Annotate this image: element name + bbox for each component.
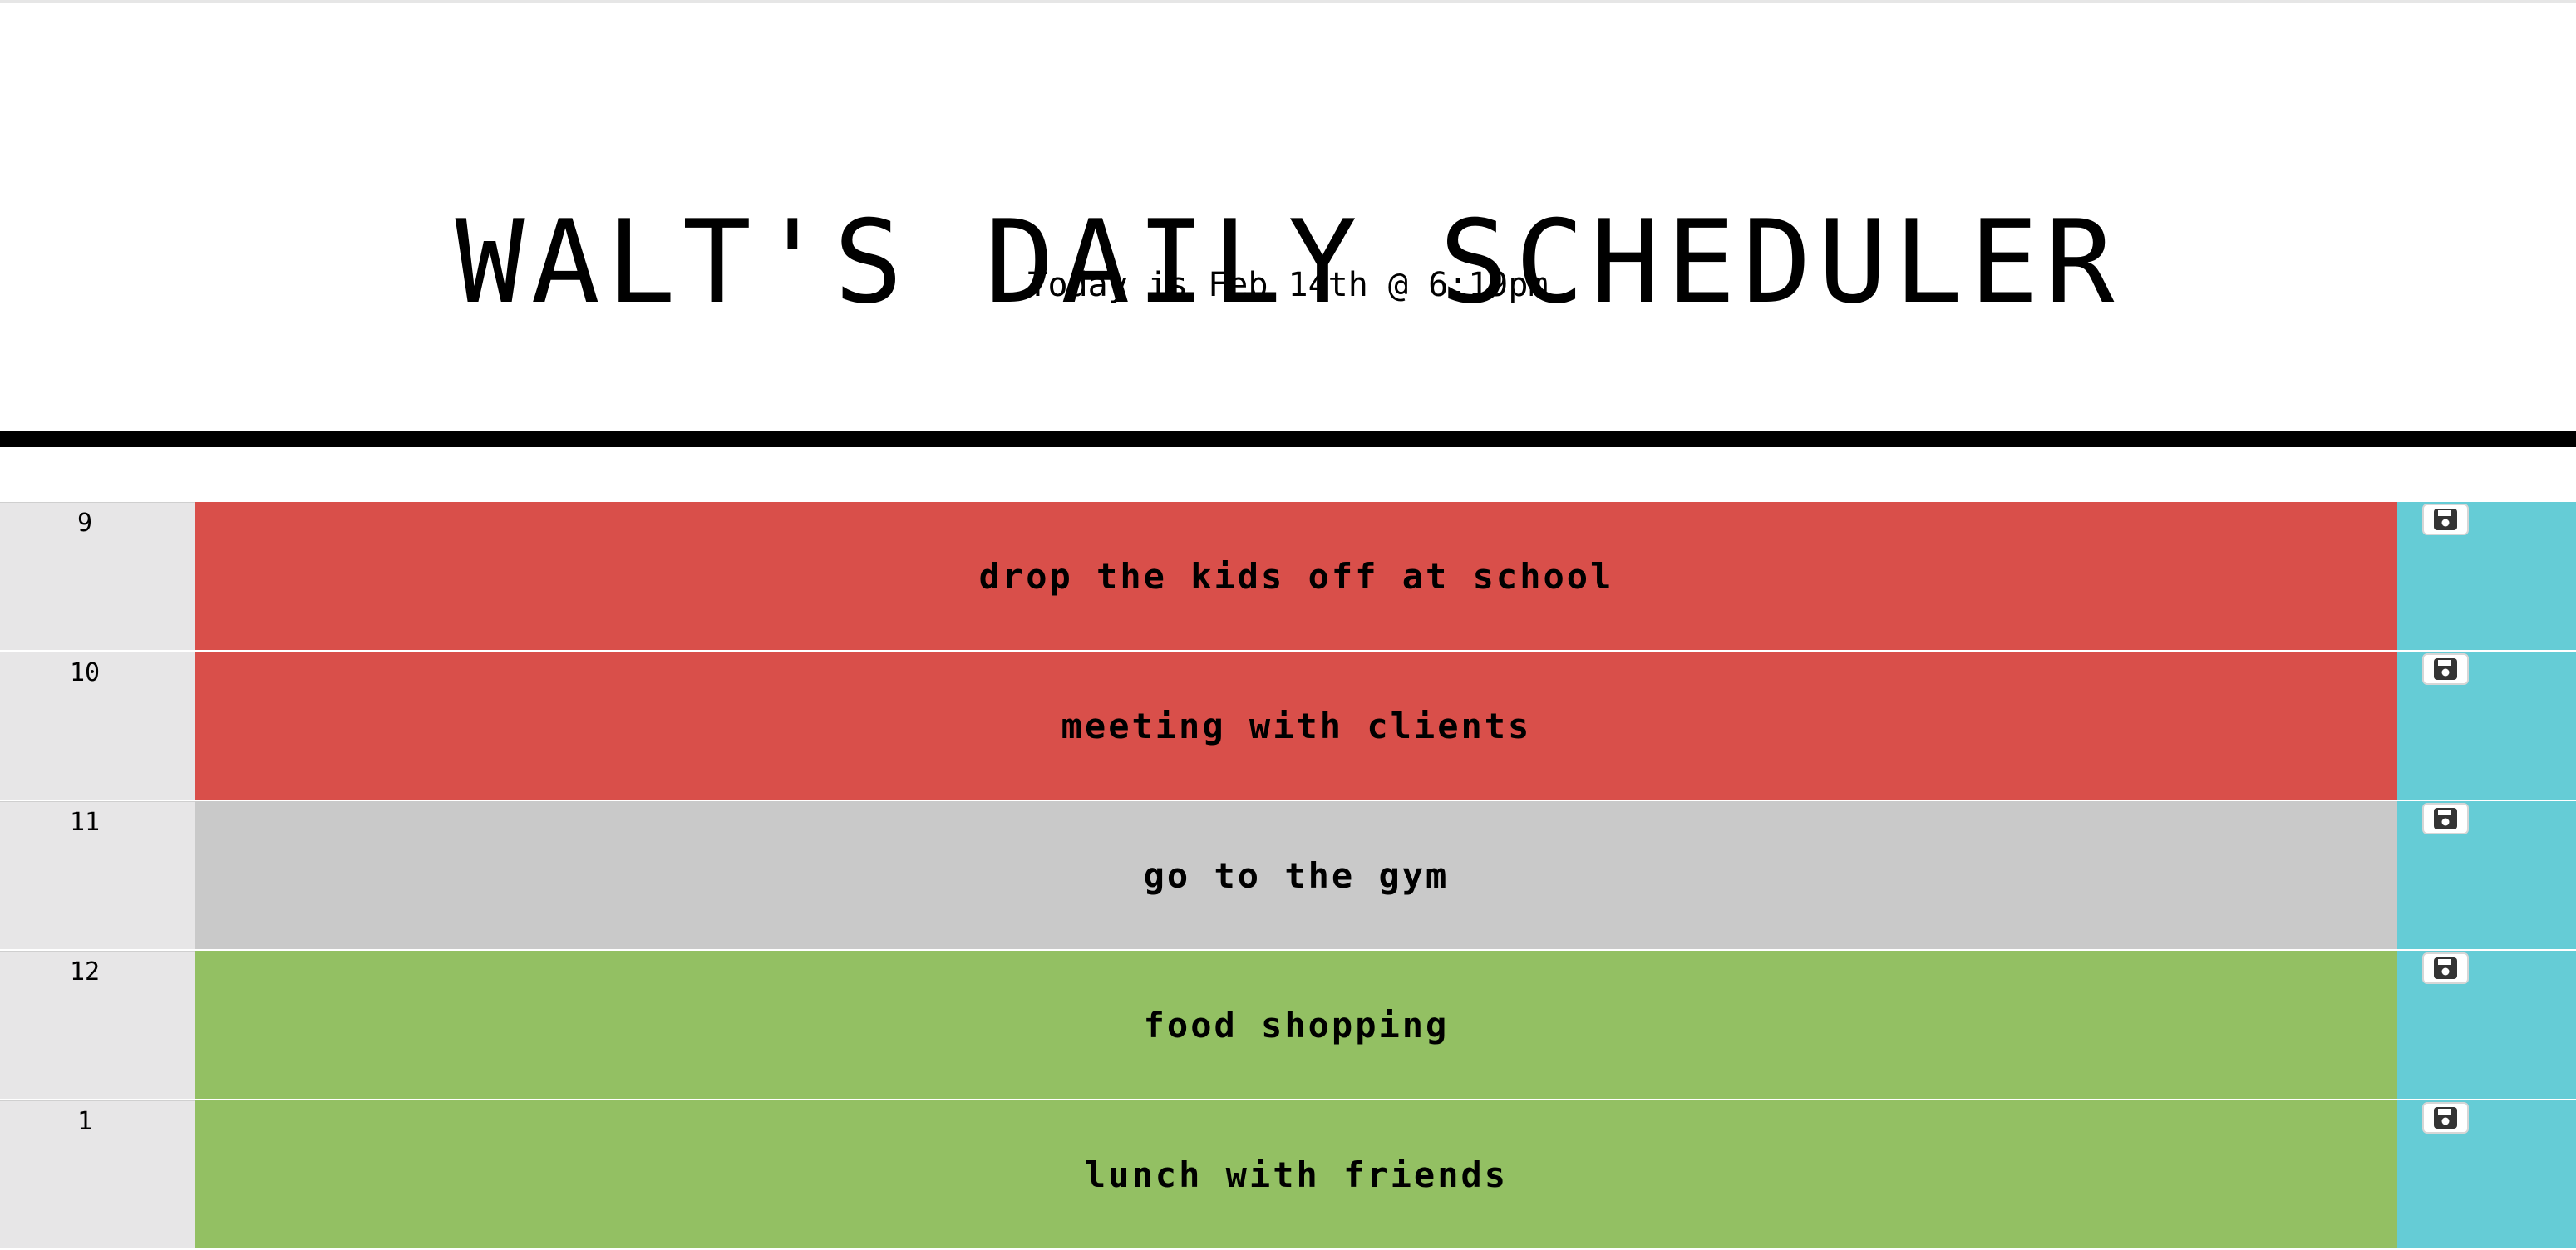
save-icon: [2434, 658, 2457, 680]
save-column: [2397, 502, 2576, 650]
event-description[interactable]: drop the kids off at school: [195, 502, 2397, 650]
event-description[interactable]: lunch with friends: [195, 1100, 2397, 1248]
save-button[interactable]: [2422, 653, 2469, 685]
time-block-row: 10 meeting with clients: [0, 652, 2576, 801]
header-divider: [0, 431, 2576, 447]
time-block-row: 11 go to the gym: [0, 801, 2576, 951]
time-block-row: 9 drop the kids off at school: [0, 502, 2576, 652]
current-day: Today is Feb 14th @ 6:19pm: [1027, 266, 1549, 304]
hour-label: 10: [0, 652, 195, 800]
header: WALT'S DAILY SCHEDULER Today is Feb 14th…: [0, 3, 2576, 431]
save-column: [2397, 1100, 2576, 1248]
save-icon: [2434, 957, 2457, 979]
save-button[interactable]: [2422, 1102, 2469, 1134]
schedule-container: 9 drop the kids off at school 10 meeting…: [0, 502, 2576, 1250]
event-description[interactable]: go to the gym: [195, 801, 2397, 949]
hour-label: 1: [0, 1100, 195, 1248]
save-column: [2397, 801, 2576, 949]
time-block-row: 1 lunch with friends: [0, 1100, 2576, 1250]
save-column: [2397, 652, 2576, 800]
time-block-row: 12 food shopping: [0, 951, 2576, 1100]
save-button[interactable]: [2422, 803, 2469, 834]
save-icon: [2434, 1107, 2457, 1129]
save-icon: [2434, 808, 2457, 829]
hour-label: 11: [0, 801, 195, 949]
save-button[interactable]: [2422, 952, 2469, 984]
hour-label: 9: [0, 502, 195, 650]
event-description[interactable]: food shopping: [195, 951, 2397, 1099]
event-description[interactable]: meeting with clients: [195, 652, 2397, 800]
hour-label: 12: [0, 951, 195, 1099]
save-icon: [2434, 509, 2457, 530]
save-column: [2397, 951, 2576, 1099]
save-button[interactable]: [2422, 504, 2469, 535]
page-title: WALT'S DAILY SCHEDULER: [455, 195, 2121, 330]
